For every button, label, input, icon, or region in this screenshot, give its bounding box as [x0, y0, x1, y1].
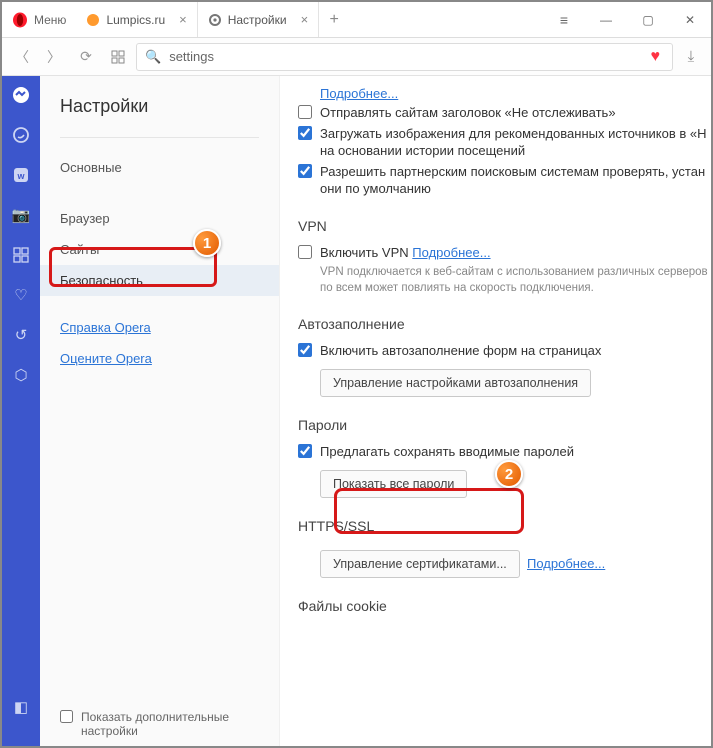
checkbox-save-passwords[interactable]: Предлагать сохранять вводимые паролей: [298, 443, 711, 461]
close-icon[interactable]: ×: [179, 12, 187, 27]
checkbox-label: Показать дополнительные настройки: [81, 710, 260, 738]
section-passwords: Пароли: [298, 417, 711, 433]
url-field[interactable]: 🔍 settings ♥: [136, 43, 673, 71]
grid-icon: [111, 50, 125, 64]
rate-link[interactable]: Оцените Opera: [60, 351, 152, 366]
checkbox-label: Разрешить партнерским поисковым системам…: [320, 163, 711, 198]
back-button[interactable]: 〈: [8, 43, 36, 71]
new-tab-button[interactable]: +: [319, 2, 349, 37]
tab-lumpics[interactable]: Lumpics.ru ×: [76, 2, 197, 37]
checkbox-input[interactable]: [298, 105, 312, 119]
heart-icon[interactable]: ♥: [651, 48, 661, 66]
checkbox-dnt[interactable]: Отправлять сайтам заголовок «Не отслежив…: [298, 104, 711, 122]
checkbox-allow-partners[interactable]: Разрешить партнерским поисковым системам…: [298, 163, 711, 198]
checkbox-input[interactable]: [60, 710, 73, 723]
history-icon[interactable]: ↺: [10, 324, 32, 346]
lumpics-favicon-icon: [86, 13, 100, 27]
section-cookies: Файлы cookie: [298, 598, 711, 614]
channel-bar: w 📷 ♡ ↺ ⬡ ◧: [2, 76, 40, 746]
checkbox-label: Включить автозаполнение форм на страница…: [320, 342, 601, 360]
https-more-link[interactable]: Подробнее...: [527, 556, 605, 571]
menu-button[interactable]: Меню: [2, 2, 76, 37]
close-icon[interactable]: ×: [301, 12, 309, 27]
address-bar: 〈 〉 ⟳ 🔍 settings ♥ ⤓: [2, 38, 711, 76]
section-vpn: VPN: [298, 218, 711, 234]
camera-icon[interactable]: 📷: [10, 204, 32, 226]
annotation-highlight-2: [334, 488, 524, 534]
checkbox-show-advanced[interactable]: Показать дополнительные настройки: [60, 710, 260, 738]
checkbox-label: Предлагать сохранять вводимые паролей: [320, 443, 574, 461]
sidebar-toggle-icon[interactable]: ◧: [10, 696, 32, 718]
search-icon: 🔍: [145, 49, 161, 65]
section-autofill: Автозаполнение: [298, 316, 711, 332]
help-link[interactable]: Справка Opera: [60, 320, 151, 335]
settings-content: Подробнее... Отправлять сайтам заголовок…: [280, 76, 711, 746]
reload-button[interactable]: ⟳: [72, 43, 100, 71]
easy-setup-icon[interactable]: ≡: [543, 2, 585, 38]
checkbox-label: Включить VPN: [320, 245, 409, 260]
vpn-note: VPN подключается к веб-сайтам с использо…: [320, 264, 711, 296]
titlebar: Меню Lumpics.ru × Настройки × + ≡ — ▢ ✕: [2, 2, 711, 38]
manage-certificates-button[interactable]: Управление сертификатами...: [320, 550, 520, 578]
annotation-badge-2: 2: [495, 460, 523, 488]
url-text: settings: [169, 49, 642, 64]
downloads-button[interactable]: ⤓: [677, 43, 705, 71]
heart-outline-icon[interactable]: ♡: [10, 284, 32, 306]
checkbox-input[interactable]: [298, 164, 312, 178]
manage-autofill-button[interactable]: Управление настройками автозаполнения: [320, 369, 591, 397]
checkbox-input[interactable]: [298, 126, 312, 140]
extensions-icon[interactable]: [10, 244, 32, 266]
gear-icon: [208, 13, 222, 27]
sidebar-link-rate[interactable]: Оцените Opera: [40, 343, 279, 374]
checkbox-label: Загружать изображения для рекомендованны…: [320, 125, 711, 160]
whatsapp-icon[interactable]: [10, 124, 32, 146]
vk-icon[interactable]: w: [10, 164, 32, 186]
menu-label: Меню: [34, 13, 66, 27]
cube-icon[interactable]: ⬡: [10, 364, 32, 386]
tab-label: Lumpics.ru: [106, 13, 165, 27]
close-window-button[interactable]: ✕: [669, 2, 711, 38]
tabs: Lumpics.ru × Настройки × +: [76, 2, 543, 37]
checkbox-input[interactable]: [298, 245, 312, 259]
sidebar-item-basic[interactable]: Основные: [40, 152, 279, 183]
annotation-highlight-1: [49, 247, 217, 287]
settings-sidebar: Настройки Основные Браузер Сайты Безопас…: [40, 76, 280, 746]
annotation-badge-1: 1: [193, 229, 221, 257]
svg-text:w: w: [16, 171, 25, 181]
tab-label: Настройки: [228, 13, 287, 27]
maximize-button[interactable]: ▢: [627, 2, 669, 38]
more-link[interactable]: Подробнее...: [320, 86, 398, 101]
checkbox-load-images[interactable]: Загружать изображения для рекомендованны…: [298, 125, 711, 160]
tab-settings[interactable]: Настройки ×: [198, 2, 319, 37]
speed-dial-button[interactable]: [104, 43, 132, 71]
checkbox-input[interactable]: [298, 444, 312, 458]
checkbox-vpn[interactable]: Включить VPN Подробнее...: [298, 244, 711, 262]
sidebar-item-browser[interactable]: Браузер: [40, 203, 279, 234]
sidebar-link-help[interactable]: Справка Opera: [40, 312, 279, 343]
minimize-button[interactable]: —: [585, 2, 627, 38]
checkbox-label: Отправлять сайтам заголовок «Не отслежив…: [320, 104, 616, 122]
window-controls: ≡ — ▢ ✕: [543, 2, 711, 38]
checkbox-autofill[interactable]: Включить автозаполнение форм на страница…: [298, 342, 711, 360]
messenger-icon[interactable]: [10, 84, 32, 106]
checkbox-input[interactable]: [298, 343, 312, 357]
forward-button[interactable]: 〉: [40, 43, 68, 71]
page-title: Настройки: [40, 96, 279, 137]
vpn-more-link[interactable]: Подробнее...: [412, 245, 490, 260]
opera-icon: [12, 12, 28, 28]
